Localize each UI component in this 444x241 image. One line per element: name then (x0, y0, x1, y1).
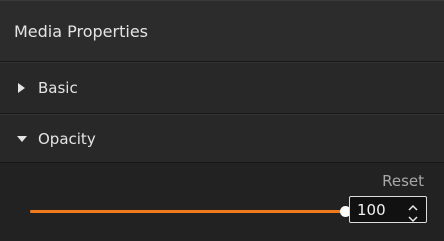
panel-title-bar: Media Properties (0, 0, 444, 62)
section-header-opacity[interactable]: Opacity (0, 114, 444, 163)
opacity-value-input[interactable] (350, 199, 404, 220)
reset-button[interactable]: Reset (382, 172, 424, 190)
triangle-right-icon (16, 82, 28, 94)
chevron-down-icon[interactable] (406, 210, 420, 223)
opacity-slider[interactable] (30, 204, 352, 218)
slider-fill (30, 210, 346, 213)
opacity-section-body: Reset (0, 163, 444, 241)
media-properties-panel: Media Properties Basic Opacity Reset (0, 0, 444, 241)
chevron-up-icon[interactable] (406, 198, 420, 211)
stepper-arrows (404, 197, 422, 223)
opacity-stepper[interactable] (349, 196, 427, 223)
section-header-basic[interactable]: Basic (0, 62, 444, 114)
section-label-basic: Basic (38, 79, 78, 97)
panel-title: Media Properties (14, 21, 148, 41)
triangle-down-icon (16, 133, 28, 145)
section-label-opacity: Opacity (38, 129, 96, 148)
